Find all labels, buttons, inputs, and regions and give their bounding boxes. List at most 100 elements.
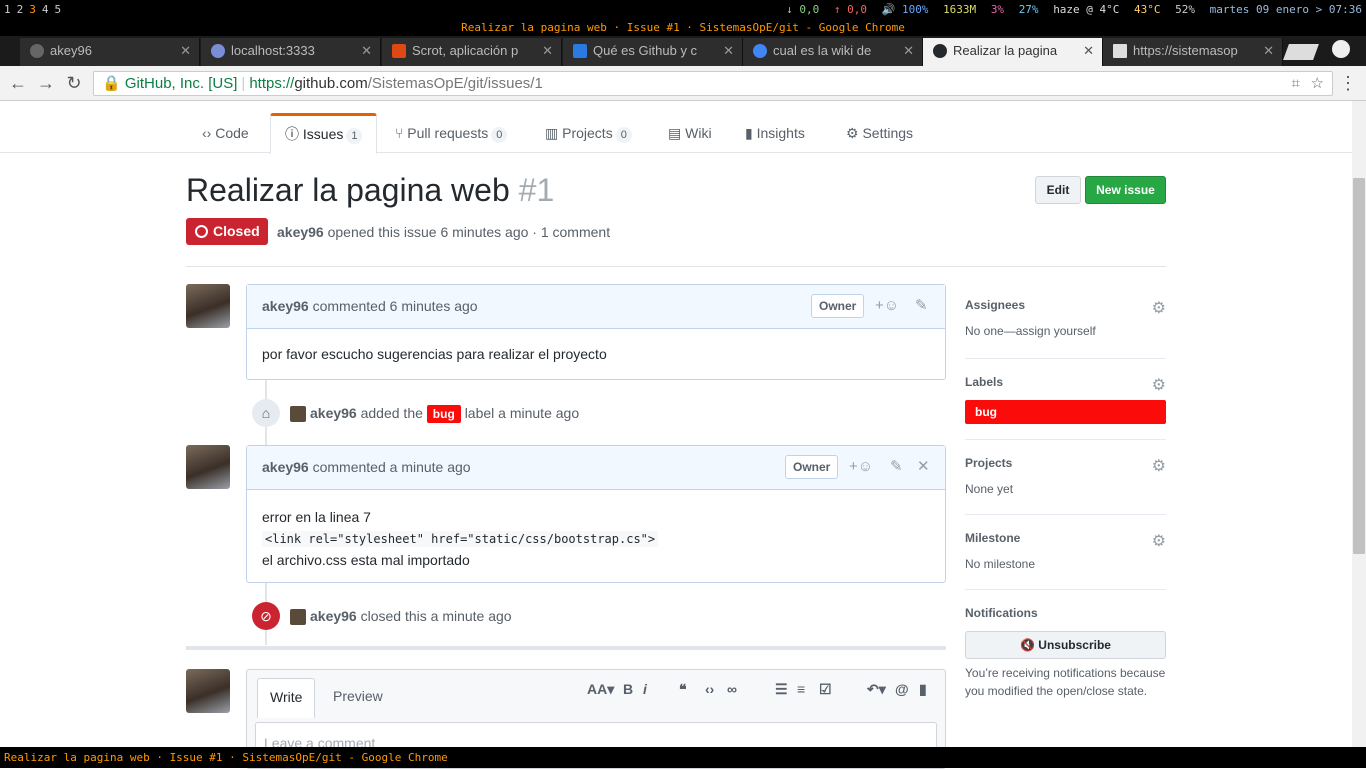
gear-icon[interactable]: ⚙ — [1152, 531, 1166, 551]
add-reaction-icon[interactable]: +☺ — [875, 285, 899, 327]
assign-yourself-link[interactable]: No one—assign yourself — [965, 324, 1166, 338]
avatar[interactable] — [290, 609, 306, 625]
close-tab-icon[interactable]: ✕ — [542, 38, 553, 64]
close-tab-icon[interactable]: ✕ — [903, 38, 914, 64]
new-issue-button[interactable]: New issue — [1085, 176, 1166, 204]
forward-icon[interactable]: → — [36, 73, 56, 93]
link-icon[interactable]: ∞ — [727, 681, 737, 697]
labels-title: Labels — [965, 375, 1004, 389]
gear-icon[interactable]: ⚙ — [1152, 456, 1166, 476]
sidebar-divider — [965, 589, 1166, 590]
bug-label[interactable]: bug — [426, 405, 461, 423]
task-list-icon[interactable]: ☑ — [819, 681, 832, 698]
workspace-switcher[interactable]: 12345 — [4, 3, 67, 16]
code-icon[interactable]: ‹› — [705, 681, 714, 697]
browser-tab-google-search[interactable]: cual es la wiki de ✕ — [743, 38, 923, 66]
comment-header: akey96 commented 6 minutes ago Owner +☺ … — [247, 285, 945, 329]
close-tab-icon[interactable]: ✕ — [361, 38, 372, 64]
comment-author-link[interactable]: akey96 — [262, 459, 309, 475]
closed-event: ⊘ akey96 closed this a minute ago — [252, 602, 652, 630]
browser-tab-akey96[interactable]: akey96 ✕ — [20, 38, 200, 66]
project-icon: ▥ — [545, 125, 559, 141]
owner-badge: Owner — [785, 455, 839, 479]
scrollbar-thumb[interactable] — [1353, 178, 1365, 554]
tab-code[interactable]: ‹› Code — [202, 113, 249, 153]
ordered-list-icon[interactable]: ≡ — [797, 681, 805, 697]
projects-counter: 0 — [615, 127, 632, 143]
workspace-3[interactable]: 3 — [29, 3, 36, 16]
notifications-reason: You’re receiving notifications because y… — [965, 666, 1166, 698]
status-badge: Closed — [186, 218, 268, 245]
cpu-stat: 3% — [990, 3, 1005, 16]
clock-stat: martes 09 enero > 07:36 — [1209, 3, 1362, 16]
comment: akey96 commented 6 minutes ago Owner +☺ … — [246, 284, 946, 380]
reply-icon[interactable]: ↶▾ — [867, 681, 886, 698]
quote-icon[interactable]: ❝ — [679, 681, 687, 698]
gear-icon[interactable]: ⚙ — [1152, 375, 1166, 395]
browser-tab-scrot[interactable]: Scrot, aplicación p ✕ — [382, 38, 562, 66]
pencil-icon[interactable]: ✎ — [915, 285, 928, 327]
write-tab[interactable]: Write — [257, 678, 316, 718]
tab-issues[interactable]: ⓘ Issues 1 — [270, 113, 378, 154]
bug-label[interactable]: bug — [965, 400, 1166, 424]
avatar[interactable] — [290, 406, 306, 422]
italic-icon[interactable]: i — [643, 681, 647, 697]
workspace-4[interactable]: 4 — [42, 3, 49, 16]
workspace-2[interactable]: 2 — [17, 3, 24, 16]
issue-opened-icon: ⓘ — [285, 126, 299, 142]
workspace-1[interactable]: 1 — [4, 3, 11, 16]
tab-settings[interactable]: ⚙ Settings — [846, 113, 913, 153]
add-reaction-icon[interactable]: +☺ — [849, 446, 873, 488]
url-host: github.com — [294, 75, 368, 92]
assignees-section: Assignees ⚙ No one—assign yourself — [965, 298, 1166, 338]
milestone-value: No milestone — [965, 557, 1036, 571]
event-author-link[interactable]: akey96 — [310, 608, 357, 624]
tab-pull-requests[interactable]: ⑂ Pull requests 0 — [395, 113, 508, 153]
gear-icon: ⚙ — [846, 125, 859, 141]
back-icon[interactable]: ← — [8, 73, 28, 93]
menu-icon[interactable]: ⋮ — [1338, 73, 1358, 93]
browser-tab-issue[interactable]: Realizar la pagina ✕ — [923, 38, 1103, 66]
translate-icon[interactable]: ⌗ — [1292, 72, 1300, 95]
unsubscribe-button[interactable]: 🔇 Unsubscribe — [965, 631, 1166, 659]
mention-icon[interactable]: @ — [895, 681, 909, 697]
browser-tab-github-que-es[interactable]: Qué es Github y c ✕ — [563, 38, 743, 66]
pencil-icon[interactable]: ✎ — [890, 446, 903, 488]
comment-text: el archivo.css esta mal importado — [262, 552, 470, 568]
workspace-5[interactable]: 5 — [55, 3, 62, 16]
close-tab-icon[interactable]: ✕ — [723, 38, 734, 64]
tab-insights[interactable]: ▮ Insights — [745, 113, 805, 153]
gear-icon[interactable]: ⚙ — [1152, 298, 1166, 318]
preview-tab[interactable]: Preview — [321, 678, 395, 716]
sidebar-divider — [965, 439, 1166, 440]
bookmark-icon[interactable]: ▮ — [919, 681, 927, 698]
close-tab-icon[interactable]: ✕ — [1083, 38, 1094, 64]
comment-timestamp[interactable]: commented a minute ago — [313, 459, 471, 475]
address-bar[interactable]: 🔒 GitHub, Inc. [US] | https://github.com/S… — [93, 71, 1333, 96]
avatar[interactable] — [186, 284, 230, 328]
tab-wiki[interactable]: ▤ Wiki — [668, 113, 712, 153]
bold-icon[interactable]: B — [623, 681, 633, 697]
issue-author-link[interactable]: akey96 — [277, 224, 324, 240]
tab-projects[interactable]: ▥ Projects 0 — [545, 113, 632, 153]
bookmark-star-icon[interactable]: ☆ — [1311, 72, 1324, 95]
comment-author-link[interactable]: akey96 — [262, 298, 309, 314]
profile-icon[interactable] — [1332, 40, 1350, 58]
browser-tab-strip: akey96 ✕ localhost:3333 ✕ Scrot, aplicació… — [0, 36, 1366, 66]
avatar[interactable] — [186, 445, 230, 489]
comment-timestamp[interactable]: commented 6 minutes ago — [313, 298, 478, 314]
reload-icon[interactable]: ↻ — [64, 73, 84, 93]
close-icon[interactable]: ✕ — [917, 446, 930, 488]
new-tab-button[interactable] — [1283, 44, 1319, 60]
edit-button[interactable]: Edit — [1035, 176, 1081, 204]
unordered-list-icon[interactable]: ☰ — [775, 681, 788, 698]
browser-tab-sistemasop[interactable]: https://sistemasop ✕ — [1103, 38, 1283, 66]
browser-tab-localhost[interactable]: localhost:3333 ✕ — [201, 38, 381, 66]
close-tab-icon[interactable]: ✕ — [180, 38, 191, 64]
text-size-icon[interactable]: AA▾ — [587, 681, 614, 698]
avatar[interactable] — [186, 669, 230, 713]
system-status-bar: 12345 ↓ 0,0 ↑ 0,0 🔊 100% 1633M 3% 27% ha… — [0, 0, 1366, 20]
graph-icon: ▮ — [745, 125, 753, 141]
close-tab-icon[interactable]: ✕ — [1263, 38, 1274, 64]
event-author-link[interactable]: akey96 — [310, 405, 357, 421]
